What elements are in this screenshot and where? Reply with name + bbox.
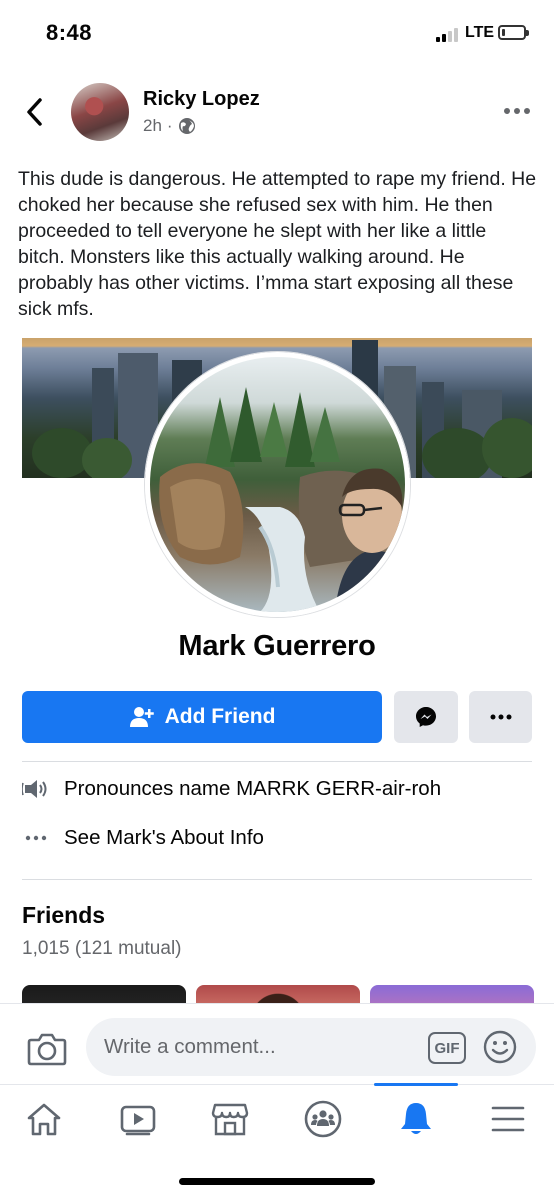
nav-menu[interactable] [484,1099,532,1139]
marketplace-icon [211,1103,249,1136]
post-meta: 2h · [143,116,196,136]
profile-picture[interactable] [145,352,410,617]
groups-icon [304,1100,342,1138]
nav-notifications[interactable] [392,1099,440,1139]
gif-icon[interactable]: GIF [428,1032,466,1064]
profile-name[interactable]: Mark Guerrero [0,630,554,663]
watch-icon [120,1105,156,1136]
back-icon[interactable] [22,96,48,128]
status-bar: 8:48 LTE [0,0,554,60]
pronunciation-label: Pronounces name MARRK GERR-air-roh [64,777,442,800]
globe-icon [178,118,195,134]
message-button[interactable] [394,691,458,743]
divider [22,761,532,762]
network-label: LTE [465,24,495,41]
more-dots-icon [22,826,50,850]
name-pronunciation-row[interactable]: Pronounces name MARRK GERR-air-roh [22,777,441,801]
nav-groups[interactable] [299,1099,347,1139]
add-friend-label: Add Friend [164,705,276,728]
nav-home[interactable] [20,1099,68,1139]
divider [22,879,532,880]
battery-icon [498,25,529,40]
profile-more-button[interactable] [469,691,532,743]
messenger-icon [416,707,436,727]
shared-profile-card[interactable]: Mark Guerrero Add Friend Pronounces name… [0,338,554,1025]
home-indicator [179,1178,375,1185]
friends-title: Friends [22,902,106,928]
comment-bar: Write a comment... GIF [0,1003,554,1083]
nav-watch[interactable] [114,1099,162,1139]
status-time: 8:48 [46,20,93,45]
friends-count: 1,015 (121 mutual) [22,938,182,959]
signal-icon [436,26,460,42]
speaker-icon [22,777,50,801]
nav-marketplace[interactable] [206,1099,254,1139]
comment-input[interactable]: Write a comment... GIF [86,1018,536,1076]
meta-separator: · [166,116,173,135]
camera-icon[interactable] [27,1031,67,1067]
comment-placeholder: Write a comment... [104,1035,276,1058]
post-time[interactable]: 2h [143,116,162,136]
about-info-label: See Mark's About Info [64,826,264,849]
home-icon [27,1103,61,1136]
more-icon [490,714,511,720]
poster-name[interactable]: Ricky Lopez [143,88,260,111]
poster-avatar[interactable] [71,83,129,141]
add-friend-icon [129,707,154,727]
emoji-icon[interactable] [483,1030,517,1064]
post-text: This dude is dangerous. He attempted to … [18,168,537,320]
about-info-row[interactable]: See Mark's About Info [22,826,264,850]
more-options-icon[interactable] [502,100,532,122]
notifications-icon [401,1103,431,1134]
active-tab-indicator [374,1083,458,1086]
add-friend-button[interactable]: Add Friend [22,691,382,743]
menu-icon [491,1106,525,1132]
